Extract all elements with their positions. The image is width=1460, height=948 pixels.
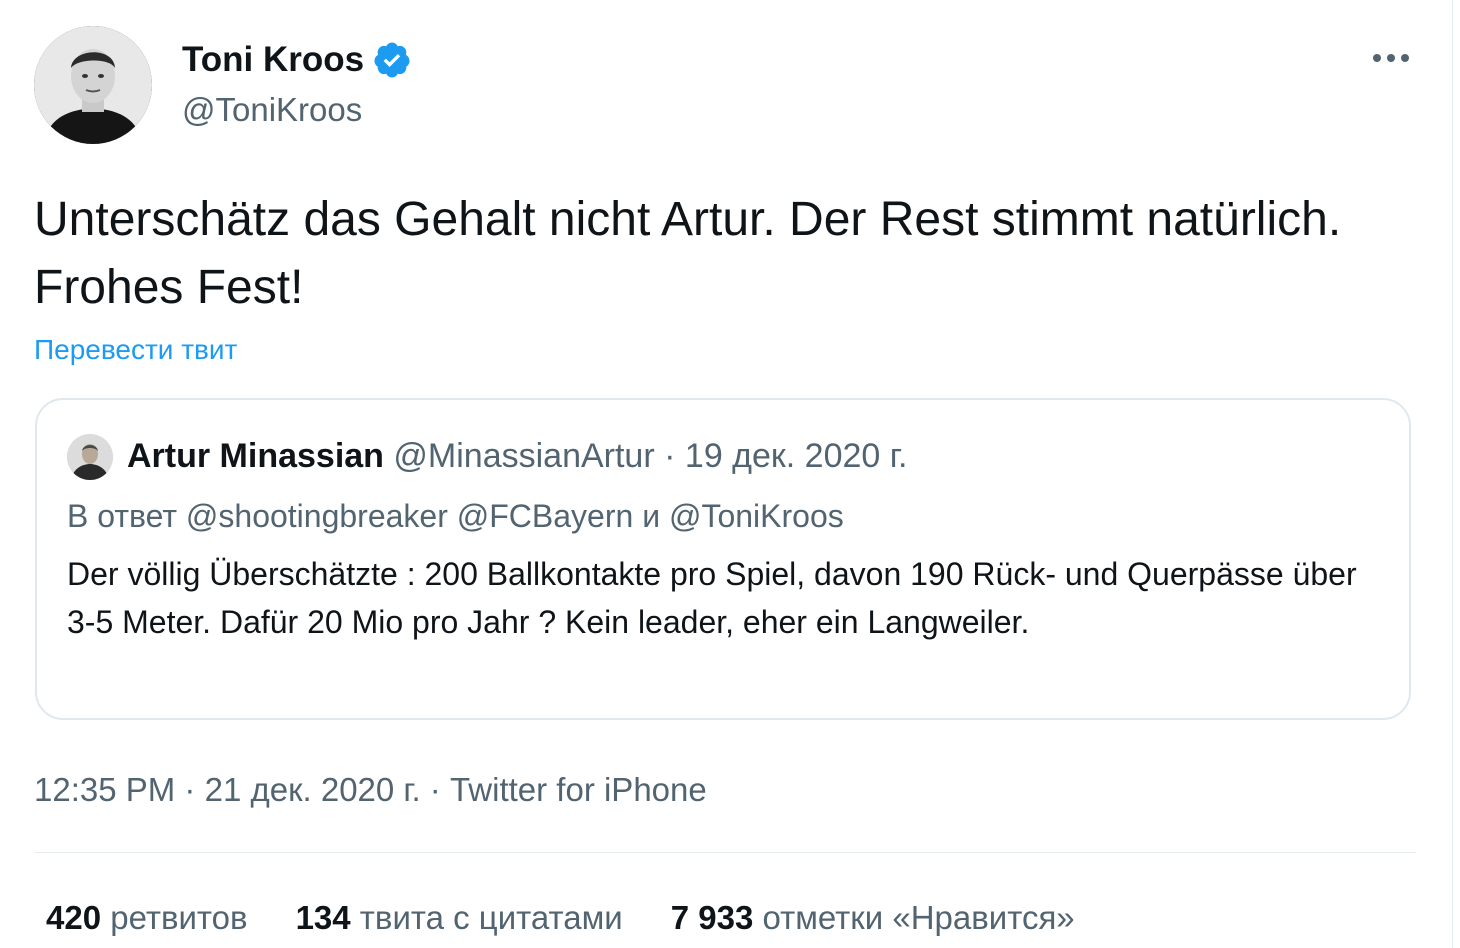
quotes-count: 134 — [295, 899, 351, 936]
reply-mention: @shootingbreaker — [185, 498, 448, 534]
quoted-date: 19 дек. 2020 г. — [684, 437, 908, 475]
likes-count: 7 933 — [670, 899, 754, 936]
more-dots-icon — [1371, 51, 1411, 69]
tweet-stats: 420 ретвитов 134 твита с цитатами 7 933 … — [46, 896, 1075, 940]
column-border — [1452, 0, 1453, 948]
tweet-text: Unterschätz das Gehalt nicht Artur. Der … — [34, 193, 1342, 314]
author-name-text: Toni Kroos — [182, 40, 365, 79]
author-name[interactable]: Toni Kroos — [182, 40, 412, 80]
reply-mention: @FCBayern — [456, 498, 634, 534]
meta-separator: · — [429, 771, 441, 808]
author-avatar[interactable] — [34, 26, 152, 144]
more-options-button[interactable] — [1366, 40, 1416, 80]
stats-divider — [34, 852, 1416, 853]
quotes-stat[interactable]: 134 твита с цитатами — [296, 896, 623, 940]
retweets-count: 420 — [46, 899, 102, 936]
retweets-stat[interactable]: 420 ретвитов — [46, 896, 248, 940]
quotes-label: твита с цитатами — [359, 899, 623, 936]
verified-badge-icon — [372, 40, 412, 80]
author-handle[interactable]: @ToniKroos — [182, 90, 362, 130]
quoted-author-name: Artur Minassian — [127, 437, 384, 475]
likes-stat[interactable]: 7 933 отметки «Нравится» — [671, 896, 1075, 940]
quoted-tweet-text: Der völlig Überschätzte : 200 Ballkontak… — [67, 556, 1357, 640]
reply-mention: @ToniKroos — [668, 498, 844, 534]
likes-label: отметки «Нравится» — [762, 899, 1075, 936]
reply-and: и — [642, 498, 661, 534]
quoted-tweet-header: Artur Minassian @MinassianArtur · 19 дек… — [127, 434, 907, 478]
quoted-reply-line: В ответ @shootingbreaker @FCBayern и @To… — [67, 494, 844, 538]
retweets-label: ретвитов — [110, 899, 248, 936]
quoted-author-avatar — [67, 434, 113, 480]
quoted-separator: · — [664, 437, 676, 475]
tweet-date[interactable]: 21 дек. 2020 г. — [205, 771, 421, 808]
quoted-author-handle: @MinassianArtur — [393, 437, 655, 475]
meta-separator: · — [184, 771, 196, 808]
tweet-time[interactable]: 12:35 PM — [34, 771, 175, 808]
translate-tweet-link[interactable]: Перевести твит — [34, 332, 237, 368]
reply-prefix: В ответ — [67, 498, 178, 534]
tweet-source[interactable]: Twitter for iPhone — [450, 771, 707, 808]
tweet-meta: 12:35 PM · 21 дек. 2020 г. · Twitter for… — [34, 768, 707, 812]
quoted-tweet-card[interactable]: Artur Minassian @MinassianArtur · 19 дек… — [35, 398, 1411, 720]
